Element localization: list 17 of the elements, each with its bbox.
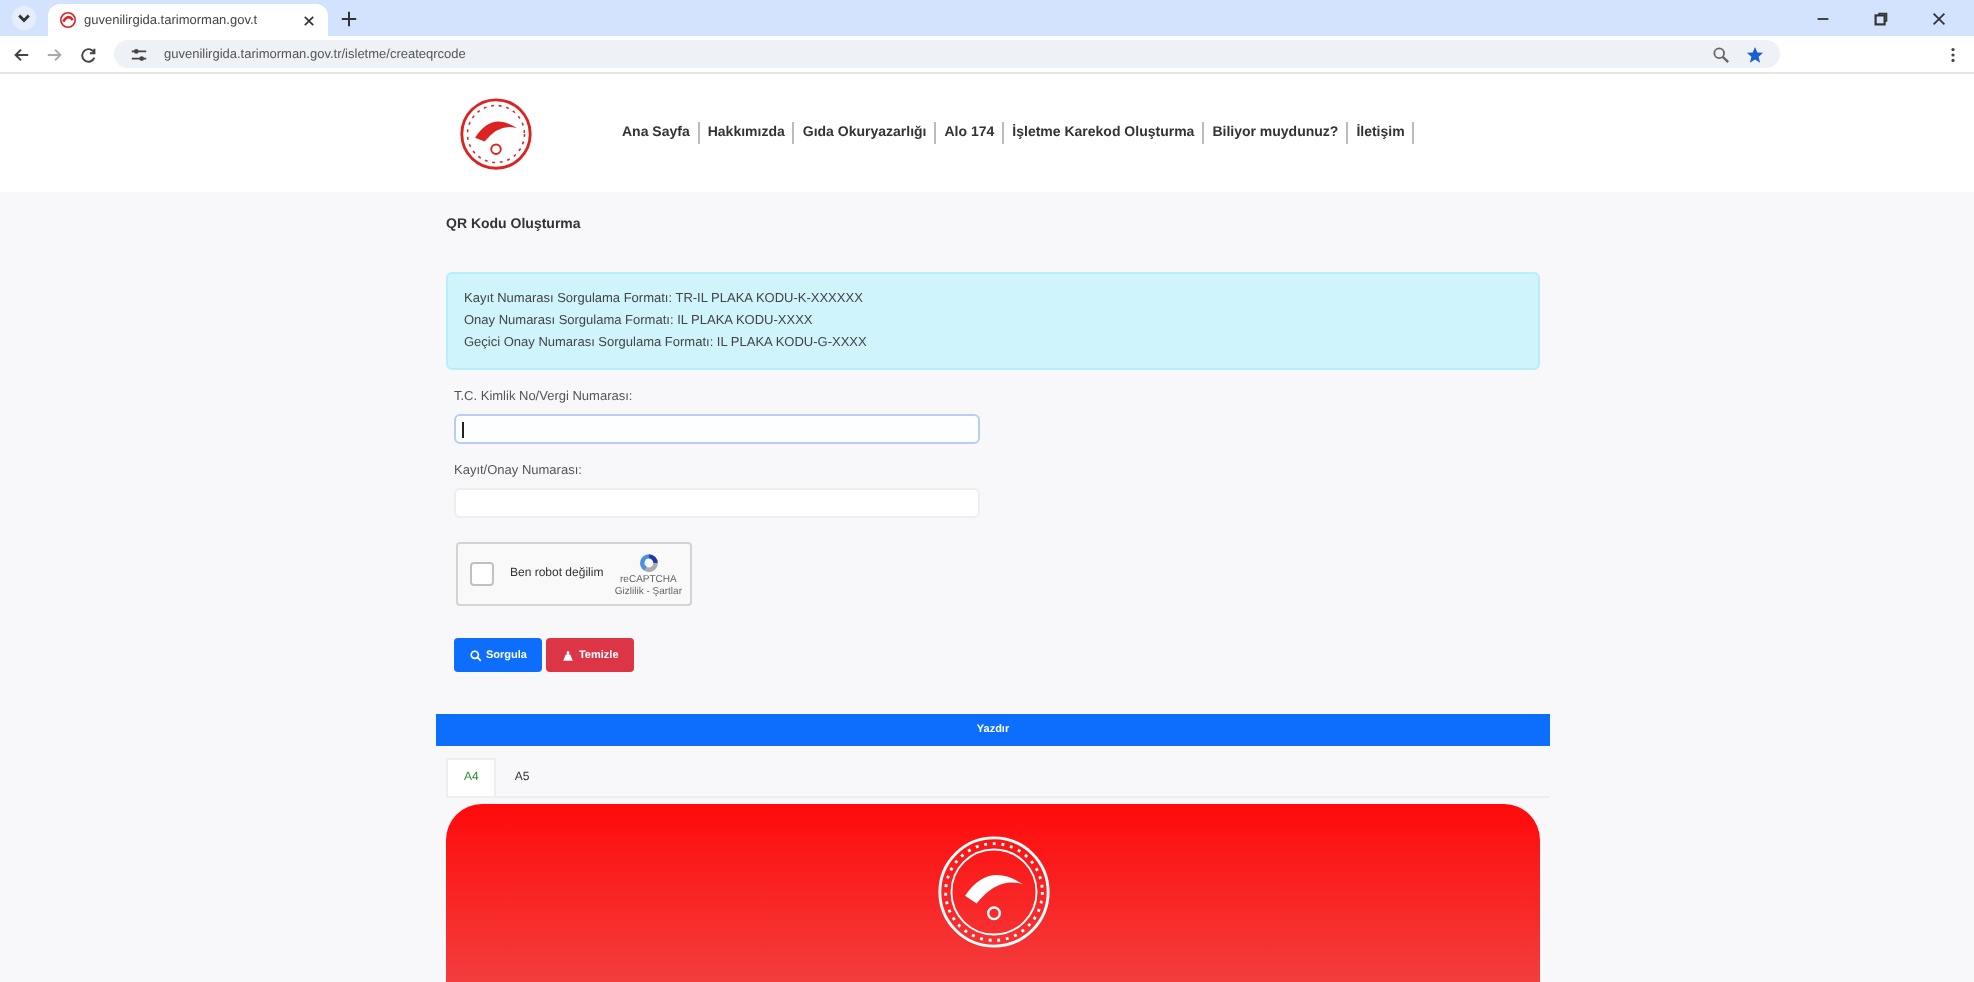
broom-icon — [562, 649, 575, 661]
star-icon[interactable] — [1746, 45, 1764, 63]
zoom-icon[interactable] — [1712, 45, 1730, 63]
search-icon — [470, 649, 482, 661]
reload-icon[interactable] — [80, 45, 98, 63]
back-arrow-icon[interactable] — [12, 45, 30, 63]
logo-icon — [60, 12, 76, 28]
chevron-down-icon[interactable] — [12, 6, 36, 30]
captcha-checkbox[interactable] — [470, 562, 494, 586]
ministry-logo-icon — [458, 95, 534, 171]
site-settings-icon[interactable] — [130, 45, 148, 63]
recaptcha-logo-icon — [637, 551, 660, 573]
plus-icon[interactable] — [340, 9, 358, 27]
close-icon[interactable] — [1930, 9, 1948, 27]
ministry-logo-icon — [935, 834, 1051, 950]
close-icon[interactable] — [302, 13, 316, 27]
restore-icon[interactable] — [1872, 9, 1890, 27]
